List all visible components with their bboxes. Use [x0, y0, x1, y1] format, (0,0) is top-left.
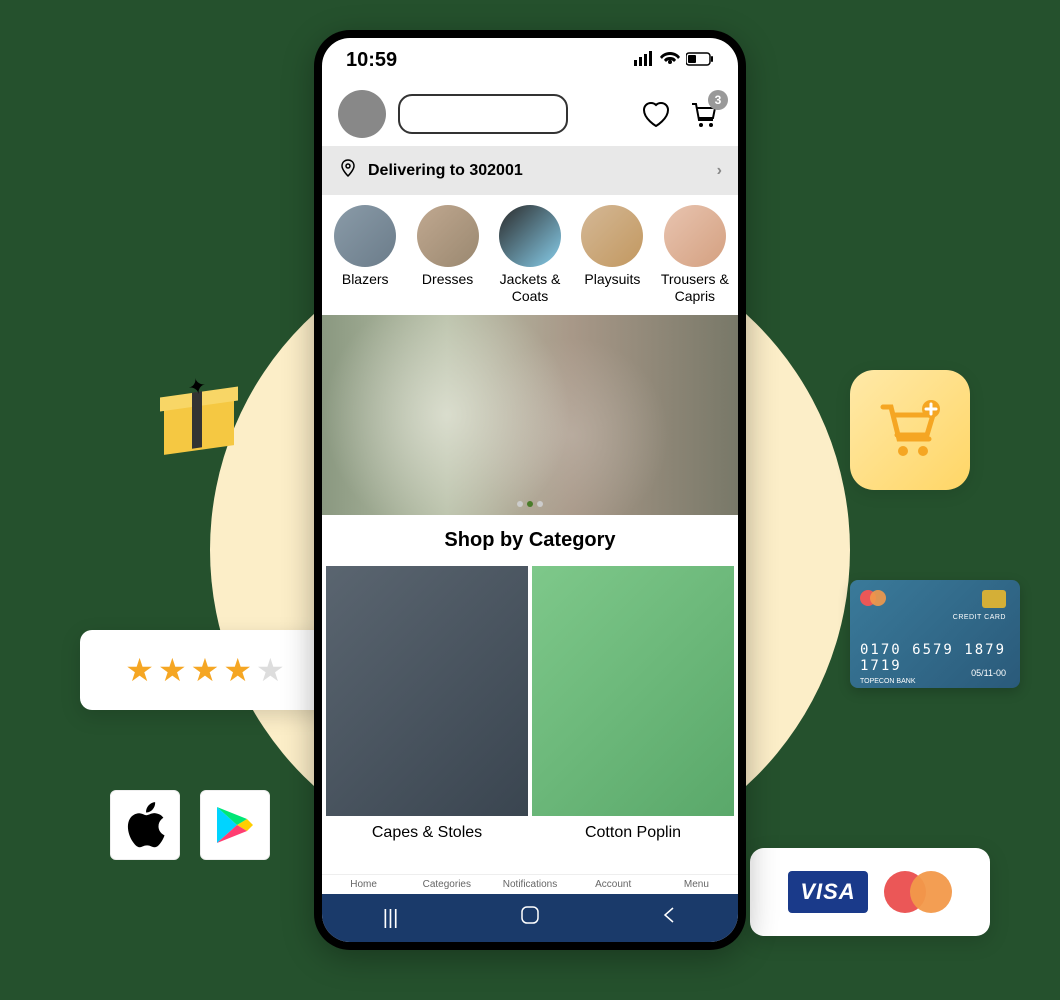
category-image	[499, 205, 561, 267]
system-nav: |||	[322, 894, 738, 942]
shop-item[interactable]: Capes & Stoles	[326, 566, 528, 850]
cc-bank: TOPECON BANK	[860, 678, 1010, 685]
status-time: 10:59	[346, 49, 397, 72]
home-button[interactable]	[520, 905, 540, 931]
category-image	[664, 205, 726, 267]
nav-tab-account[interactable]: Account	[572, 879, 655, 890]
gift-icon: ✦	[160, 370, 240, 450]
category-item[interactable]: Playsuits	[573, 205, 651, 305]
rating-card: ★ ★ ★ ★ ★	[80, 630, 330, 710]
category-label: Jackets & Coats	[491, 271, 569, 305]
nav-tab-home[interactable]: Home	[322, 879, 405, 890]
delivery-label: Delivering to 302001	[368, 162, 523, 180]
category-label: Playsuits	[584, 271, 640, 288]
cart-badge: 3	[708, 90, 728, 110]
cart-button[interactable]: 3	[686, 96, 722, 132]
play-store-icon	[200, 790, 270, 860]
visa-logo: VISA	[788, 871, 867, 913]
avatar[interactable]	[338, 90, 386, 138]
bottom-nav: Home Categories Notifications Account Me…	[322, 874, 738, 894]
credit-card-illustration: CREDIT CARD 0170 6579 1879 1719 TOPECON …	[850, 580, 1020, 688]
payment-methods-card: VISA	[750, 848, 990, 936]
category-image	[417, 205, 479, 267]
wifi-icon	[660, 49, 680, 72]
category-item[interactable]: Blazers	[326, 205, 404, 305]
star-icon: ★	[158, 651, 187, 689]
search-input[interactable]	[398, 94, 568, 134]
shop-image	[326, 566, 528, 816]
location-pin-icon	[338, 158, 358, 183]
star-icon: ★	[223, 651, 252, 689]
phone-screen: 10:59 3	[322, 38, 738, 942]
recents-button[interactable]: |||	[383, 907, 399, 930]
chevron-right-icon: ›	[717, 162, 722, 180]
status-bar: 10:59	[322, 38, 738, 82]
nav-tab-notifications[interactable]: Notifications	[488, 879, 571, 890]
category-item[interactable]: Dresses	[408, 205, 486, 305]
battery-icon	[686, 49, 714, 72]
app-header: 3	[322, 82, 738, 146]
phone-frame: 10:59 3	[314, 30, 746, 950]
nav-tab-menu[interactable]: Menu	[655, 879, 738, 890]
carousel-dots	[517, 501, 543, 507]
back-button[interactable]	[661, 905, 677, 931]
shop-label: Capes & Stoles	[326, 816, 528, 850]
delivery-bar[interactable]: Delivering to 302001 ›	[322, 146, 738, 195]
shop-image	[532, 566, 734, 816]
apple-store-icon	[110, 790, 180, 860]
shop-grid: Capes & Stoles Cotton Poplin	[322, 566, 738, 850]
category-label: Blazers	[342, 271, 389, 288]
star-icon: ★	[125, 651, 154, 689]
category-image	[334, 205, 396, 267]
category-scroll[interactable]: Blazers Dresses Jackets & Coats Playsuit…	[322, 195, 738, 315]
star-empty-icon: ★	[256, 651, 285, 689]
mastercard-logo	[884, 871, 952, 913]
star-icon: ★	[191, 651, 220, 689]
nav-tab-categories[interactable]: Categories	[405, 879, 488, 890]
cc-label: CREDIT CARD	[953, 614, 1006, 621]
section-title: Shop by Category	[322, 515, 738, 566]
add-to-cart-icon	[850, 370, 970, 490]
category-image	[581, 205, 643, 267]
shop-item[interactable]: Cotton Poplin	[532, 566, 734, 850]
category-item[interactable]: Jackets & Coats	[491, 205, 569, 305]
category-label: Trousers & Capris	[656, 271, 734, 305]
category-label: Dresses	[422, 271, 473, 288]
shop-label: Cotton Poplin	[532, 816, 734, 850]
wishlist-button[interactable]	[638, 96, 674, 132]
signal-icon	[634, 49, 654, 72]
cc-expiry: 05/11-00	[971, 668, 1006, 678]
category-item[interactable]: Trousers & Capris	[656, 205, 734, 305]
hero-banner[interactable]	[322, 315, 738, 515]
